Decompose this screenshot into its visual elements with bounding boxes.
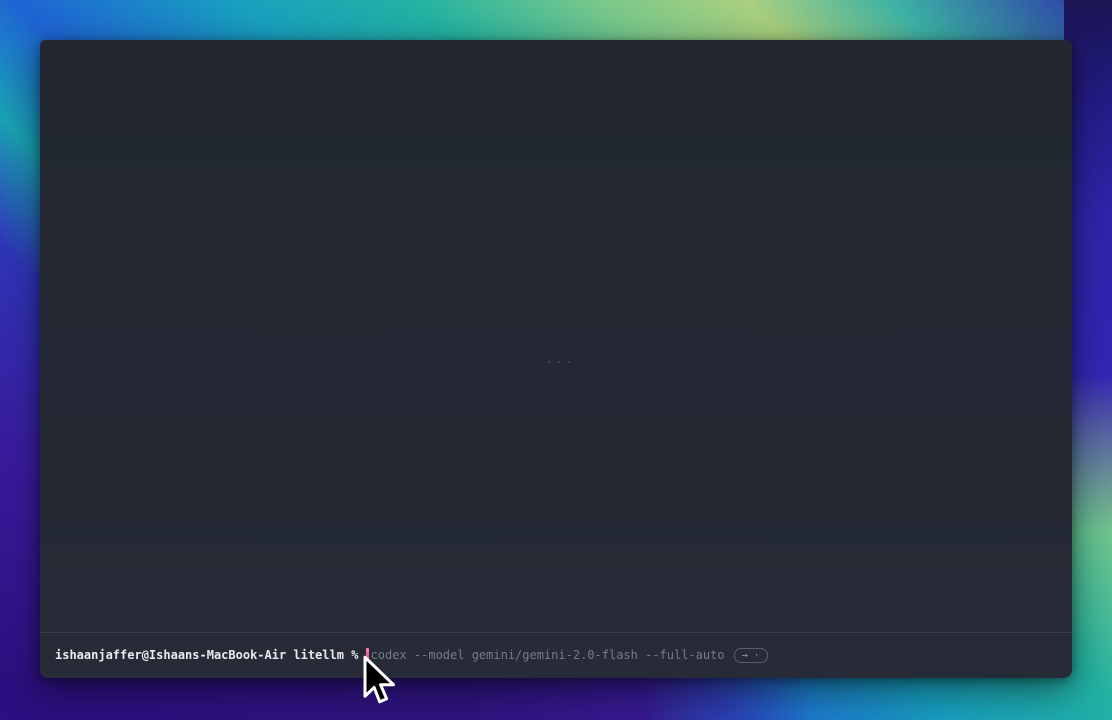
terminal-scrollback: ··· <box>40 40 1072 632</box>
text-cursor[interactable] <box>366 648 369 663</box>
terminal-window[interactable]: ··· ishaanjaffer@Ishaans-MacBook-Air lit… <box>40 40 1072 678</box>
accept-suggestion-key-hint[interactable]: → · <box>734 648 768 663</box>
prompt-symbol: % <box>351 648 358 663</box>
prompt-directory: litellm <box>293 648 344 663</box>
faint-ellipsis-text: ··· <box>546 356 575 369</box>
command-input-line[interactable]: ishaanjaffer@Ishaans-MacBook-Air litellm… <box>40 633 1072 678</box>
prompt-user-host: ishaanjaffer@Ishaans-MacBook-Air <box>55 648 286 663</box>
right-arrow-key-icon: → · <box>742 649 760 662</box>
autosuggestion-text: codex --model gemini/gemini-2.0-flash --… <box>371 648 725 663</box>
